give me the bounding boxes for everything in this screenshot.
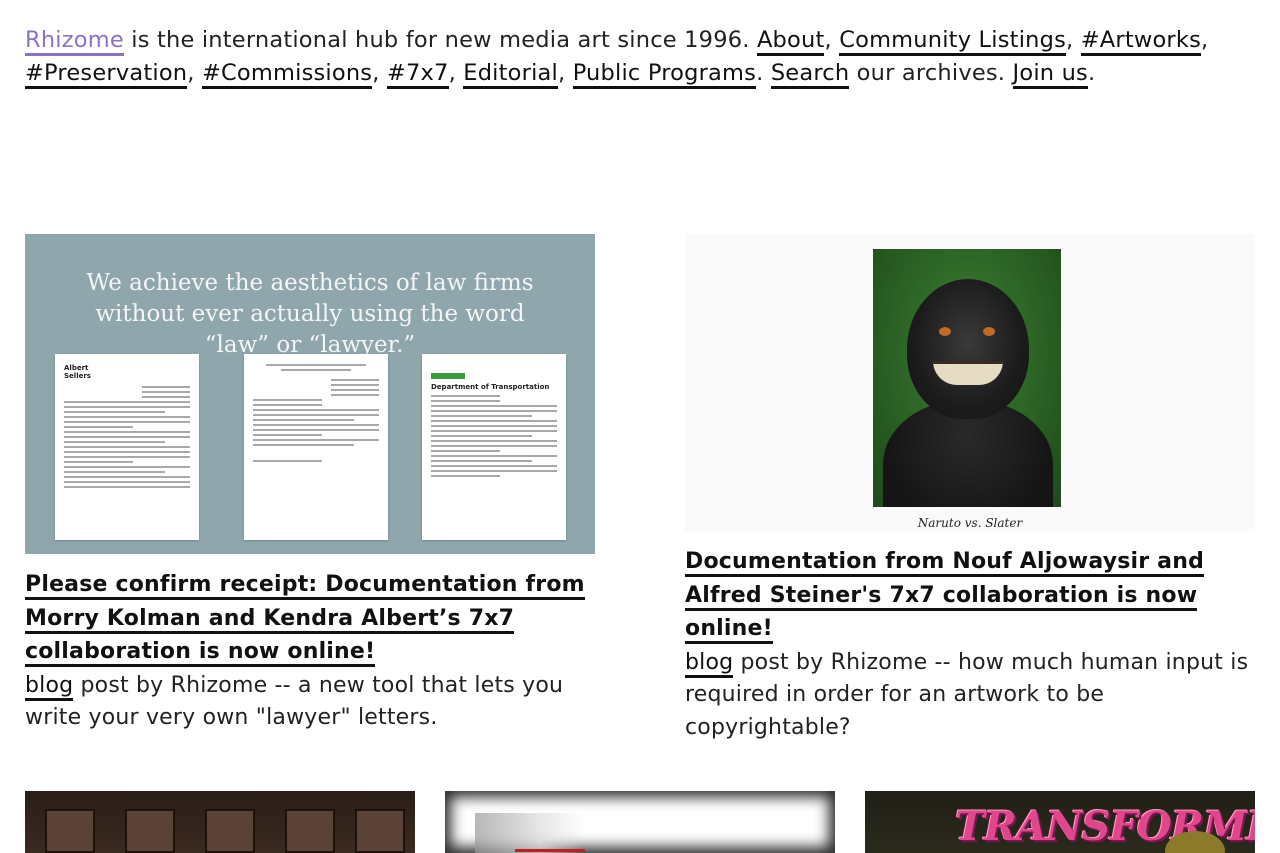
letter-image-3: Department of Transportation xyxy=(422,354,566,540)
letter-image-2 xyxy=(244,354,388,540)
letter-department-heading: Department of Transportation xyxy=(431,383,550,391)
nav-link-public-programs[interactable]: Public Programs xyxy=(572,59,757,89)
search-suffix: our archives. xyxy=(849,59,1013,86)
post-title-link[interactable]: Documentation from Nouf Aljowaysir and A… xyxy=(685,549,1205,644)
nav-link-about[interactable]: About xyxy=(756,27,825,56)
join-us-link[interactable]: Join us xyxy=(1012,59,1088,89)
post-category-link[interactable]: blog xyxy=(25,672,74,701)
post-thumbnail-monkey-selfie[interactable]: Naruto vs. Slater xyxy=(685,234,1255,532)
post-title-link[interactable]: Please confirm receipt: Documentation fr… xyxy=(25,572,585,667)
monkey-photo xyxy=(873,249,1061,507)
nav-link-7x7[interactable]: #7x7 xyxy=(386,59,449,89)
nav-link-commissions[interactable]: #Commissions xyxy=(201,59,373,89)
nav-link-editorial[interactable]: Editorial xyxy=(463,59,558,89)
post-description: blog post by Rhizome -- how much human i… xyxy=(685,649,1249,740)
dot-logo-icon xyxy=(431,373,465,379)
post-card-lawyer-letters: We achieve the aesthetics of law firms w… xyxy=(25,234,595,735)
intro-tagline: is the international hub for new media a… xyxy=(123,27,757,53)
photo-caption: Naruto vs. Slater xyxy=(917,516,1023,530)
post-description: blog post by Rhizome -- a new tool that … xyxy=(25,672,564,730)
post-thumbnail-glitch-frame[interactable] xyxy=(445,791,835,853)
thumbnail-quote: We achieve the aesthetics of law firms w… xyxy=(86,270,534,358)
nav-link-preservation[interactable]: #Preservation xyxy=(25,59,188,89)
post-thumbnail-city-night[interactable] xyxy=(25,791,415,853)
nav-link-community-listings[interactable]: Community Listings xyxy=(839,27,1067,56)
post-thumbnail-lawyer-letters[interactable]: We achieve the aesthetics of law firms w… xyxy=(25,234,595,554)
post-card-copyright: Naruto vs. Slater Documentation from Nou… xyxy=(685,234,1255,744)
site-intro: Rhizome is the international hub for new… xyxy=(25,24,1245,89)
letter-logo: Albert Sellers xyxy=(64,364,91,380)
post-category-link[interactable]: blog xyxy=(685,649,734,678)
nav-link-artworks[interactable]: #Artworks xyxy=(1080,27,1202,56)
letter-image-1: Albert Sellers xyxy=(55,354,199,540)
search-link[interactable]: Search xyxy=(770,59,850,89)
post-thumbnail-transformers[interactable]: TRANSFORMERS xyxy=(865,791,1255,853)
rhizome-home-link[interactable]: Rhizome xyxy=(25,27,124,56)
